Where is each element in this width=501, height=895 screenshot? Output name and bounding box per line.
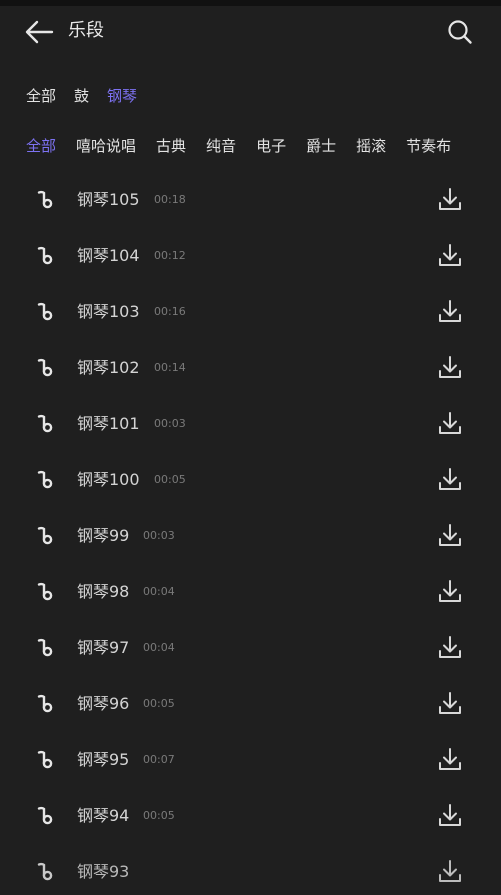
track-row[interactable]: 钢琴102 00:14 bbox=[0, 340, 501, 396]
track-name: 钢琴100 bbox=[77, 470, 140, 489]
track-name: 钢琴102 bbox=[77, 358, 140, 377]
track-row[interactable]: 钢琴94 00:05 bbox=[0, 788, 501, 844]
music-note-icon bbox=[36, 582, 54, 602]
download-icon[interactable] bbox=[436, 802, 464, 830]
track-duration: 00:14 bbox=[154, 361, 186, 374]
track-row[interactable]: 钢琴96 00:05 bbox=[0, 676, 501, 732]
music-note-icon bbox=[36, 694, 54, 714]
track-name: 钢琴97 bbox=[77, 638, 130, 657]
track-duration: 00:04 bbox=[143, 641, 175, 654]
track-name: 钢琴101 bbox=[77, 414, 140, 433]
track-row[interactable]: 钢琴103 00:16 bbox=[0, 284, 501, 340]
track-name: 钢琴93 bbox=[77, 862, 130, 881]
track-row[interactable]: 钢琴104 00:12 bbox=[0, 228, 501, 284]
arrow-left-icon bbox=[22, 18, 56, 46]
download-icon[interactable] bbox=[436, 634, 464, 662]
genre-tab[interactable]: 摇滚 bbox=[356, 134, 386, 158]
track-duration: 00:05 bbox=[143, 697, 175, 710]
music-note-icon bbox=[36, 862, 54, 882]
back-button[interactable] bbox=[22, 18, 56, 46]
music-note-icon bbox=[36, 750, 54, 770]
track-name: 钢琴105 bbox=[77, 190, 140, 209]
header: 乐段 bbox=[0, 6, 501, 58]
track-duration: 00:16 bbox=[154, 305, 186, 318]
track-name: 钢琴98 bbox=[77, 582, 130, 601]
music-note-icon bbox=[36, 246, 54, 266]
download-icon[interactable] bbox=[436, 690, 464, 718]
music-note-icon bbox=[36, 638, 54, 658]
download-icon[interactable] bbox=[436, 298, 464, 326]
genre-tabs: 全部 嘻哈说唱 古典 纯音 电子 爵士 摇滚 节奏布 bbox=[26, 134, 501, 158]
genre-tab[interactable]: 节奏布 bbox=[406, 134, 451, 158]
download-icon[interactable] bbox=[436, 858, 464, 886]
track-duration: 00:03 bbox=[143, 529, 175, 542]
track-duration: 00:18 bbox=[154, 193, 186, 206]
track-name: 钢琴95 bbox=[77, 750, 130, 769]
track-row[interactable]: 钢琴97 00:04 bbox=[0, 620, 501, 676]
track-row[interactable]: 钢琴98 00:04 bbox=[0, 564, 501, 620]
track-list[interactable]: 钢琴105 00:18 钢琴104 00:12 钢琴103 00:16 钢琴10… bbox=[0, 172, 501, 895]
genre-tab[interactable]: 古典 bbox=[156, 134, 186, 158]
download-icon[interactable] bbox=[436, 410, 464, 438]
category-tab[interactable]: 全部 bbox=[26, 85, 56, 106]
genre-tab[interactable]: 电子 bbox=[256, 134, 286, 158]
track-row[interactable]: 钢琴99 00:03 bbox=[0, 508, 501, 564]
track-name: 钢琴94 bbox=[77, 806, 130, 825]
genre-tab[interactable]: 嘻哈说唱 bbox=[76, 134, 136, 158]
track-name: 钢琴96 bbox=[77, 694, 130, 713]
music-note-icon bbox=[36, 302, 54, 322]
genre-tab[interactable]: 纯音 bbox=[206, 134, 236, 158]
track-name: 钢琴103 bbox=[77, 302, 140, 321]
track-name: 钢琴99 bbox=[77, 526, 130, 545]
track-duration: 00:03 bbox=[154, 417, 186, 430]
download-icon[interactable] bbox=[436, 354, 464, 382]
music-note-icon bbox=[36, 414, 54, 434]
genre-tab[interactable]: 全部 bbox=[26, 134, 56, 158]
music-note-icon bbox=[36, 190, 54, 210]
track-duration: 00:07 bbox=[143, 753, 175, 766]
music-note-icon bbox=[36, 806, 54, 826]
category-tabs: 全部鼓钢琴 bbox=[26, 82, 155, 108]
search-icon bbox=[444, 16, 476, 48]
category-tab[interactable]: 鼓 bbox=[74, 85, 89, 106]
genre-tab[interactable]: 爵士 bbox=[306, 134, 336, 158]
track-duration: 00:12 bbox=[154, 249, 186, 262]
track-name: 钢琴104 bbox=[77, 246, 140, 265]
track-duration: 00:05 bbox=[154, 473, 186, 486]
download-icon[interactable] bbox=[436, 746, 464, 774]
music-note-icon bbox=[36, 358, 54, 378]
track-row[interactable]: 钢琴93 bbox=[0, 844, 501, 895]
track-duration: 00:05 bbox=[143, 809, 175, 822]
music-note-icon bbox=[36, 470, 54, 490]
download-icon[interactable] bbox=[436, 242, 464, 270]
download-icon[interactable] bbox=[436, 522, 464, 550]
download-icon[interactable] bbox=[436, 186, 464, 214]
track-row[interactable]: 钢琴105 00:18 bbox=[0, 172, 501, 228]
music-note-icon bbox=[36, 526, 54, 546]
page-title: 乐段 bbox=[68, 20, 104, 41]
track-row[interactable]: 钢琴95 00:07 bbox=[0, 732, 501, 788]
track-row[interactable]: 钢琴101 00:03 bbox=[0, 396, 501, 452]
category-tab[interactable]: 钢琴 bbox=[107, 85, 137, 106]
track-row[interactable]: 钢琴100 00:05 bbox=[0, 452, 501, 508]
search-button[interactable] bbox=[444, 16, 476, 48]
download-icon[interactable] bbox=[436, 466, 464, 494]
track-duration: 00:04 bbox=[143, 585, 175, 598]
download-icon[interactable] bbox=[436, 578, 464, 606]
